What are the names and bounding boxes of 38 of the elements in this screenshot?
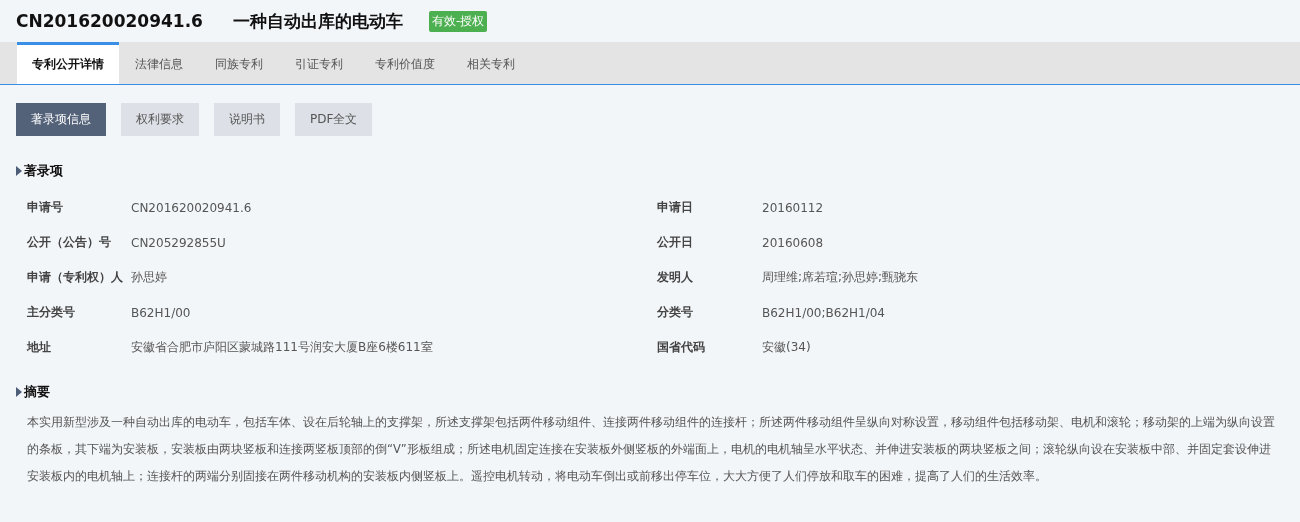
triangle-icon xyxy=(16,387,22,397)
tab[interactable]: 相关专利 xyxy=(451,42,531,84)
field-value: CN205292855U xyxy=(131,235,227,250)
field-label: 主分类号 xyxy=(27,304,76,321)
field-value: B62H1/00 xyxy=(131,305,192,320)
field-label: 申请（专利权）人 xyxy=(27,269,124,286)
tab[interactable]: 引证专利 xyxy=(279,42,359,84)
tab[interactable]: 同族专利 xyxy=(199,42,279,84)
field-value: 20160112 xyxy=(762,200,825,215)
status-badge: 有效-授权 xyxy=(428,10,488,32)
section-tab[interactable]: 权利要求 xyxy=(121,103,199,136)
triangle-icon xyxy=(16,166,22,176)
field-label: 发明人 xyxy=(657,269,694,286)
field-label: 公开日 xyxy=(657,234,694,251)
field-value: 周理维;席若瑄;孙思婷;甄骁东 xyxy=(762,269,920,286)
field-value: 孙思婷 xyxy=(131,269,168,286)
field-label: 公开（公告）号 xyxy=(27,234,112,251)
field-value: CN201620020941.6 xyxy=(131,200,253,215)
field-label: 地址 xyxy=(27,339,52,356)
patent-number: CN201620020941.6 xyxy=(16,11,203,31)
field-label: 申请号 xyxy=(27,199,64,216)
tab[interactable]: 专利公开详情 xyxy=(17,42,119,84)
field-value: 安徽(34) xyxy=(762,339,812,356)
field-value: 安徽省合肥市庐阳区蒙城路111号润安大厦B座6楼611室 xyxy=(131,339,434,356)
field-value: 20160608 xyxy=(762,235,825,250)
section-heading: 著录项 xyxy=(24,162,63,180)
abstract-text: 本实用新型涉及一种自动出库的电动车，包括车体、设在后轮轴上的支撑架，所述支撑架包括两件移动组件、连接两件移动组件的连接杆；所述两件移动组件呈纵向对称设置，移动组件包括移动架、电机和滚轮；移动架的上端为纵向设置的条板，其下端为安装板，安装板由两块竖板和连接两竖板顶部的倒“V”形板组成；所述电机固定连接在安装板外侧竖板的外端面上，电机的电机轴呈水平状态、并伸进安装板的两块竖板之间；滚轮纵向设在安装板中部、并固定套设伸进安装板内的电机轴上；连接杆的两端分别固接在两件移动机构的安装板内侧竖板上。遥控电机转动，将电动车倒出或前移出停车位，大大方便了人们停放和取车的困难，提高了人们的生活效率。 xyxy=(27,414,1276,485)
section-tab[interactable]: 著录项信息 xyxy=(16,103,106,136)
tab[interactable]: 专利价值度 xyxy=(359,42,451,84)
section-tab[interactable]: 说明书 xyxy=(214,103,280,136)
tab[interactable]: 法律信息 xyxy=(119,42,199,84)
field-label: 分类号 xyxy=(657,304,694,321)
patent-title: 一种自动出库的电动车 xyxy=(232,9,403,33)
field-label: 申请日 xyxy=(657,199,694,216)
field-value: B62H1/00;B62H1/04 xyxy=(762,305,886,320)
section-tab[interactable]: PDF全文 xyxy=(295,103,373,136)
field-label: 国省代码 xyxy=(657,339,706,356)
section-heading: 摘要 xyxy=(24,383,50,401)
